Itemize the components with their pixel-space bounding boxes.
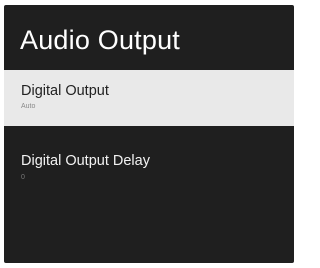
tv-settings-panel: Audio Output Digital Output Auto Digital… — [4, 5, 294, 263]
menu-item-value: Auto — [21, 103, 36, 110]
menu-item-label: Digital Output Delay — [21, 153, 150, 169]
menu-item-digital-output-delay[interactable]: Digital Output Delay 0 — [4, 144, 294, 194]
menu-item-value: 0 — [21, 174, 25, 181]
page-title: Audio Output — [20, 25, 181, 55]
menu-item-digital-output[interactable]: Digital Output Auto — [4, 70, 294, 126]
menu-item-label: Digital Output — [21, 83, 109, 99]
